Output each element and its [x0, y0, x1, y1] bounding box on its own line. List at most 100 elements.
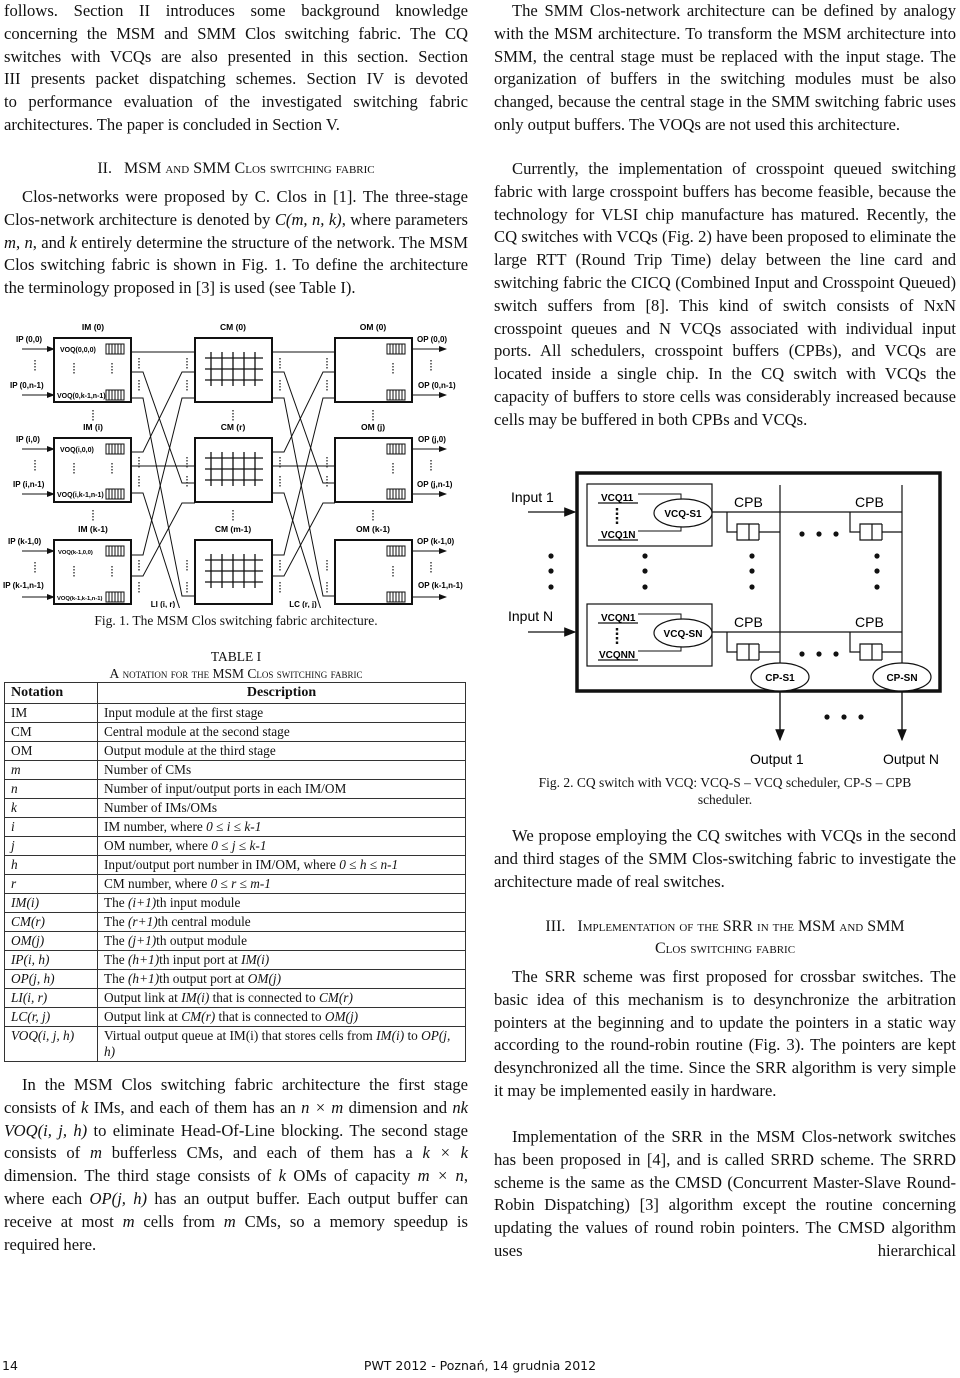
text: that is connected to [215, 1009, 325, 1024]
horizontal-ellipsis-icon [799, 651, 839, 657]
central-module-m-1: CM (m-1) [186, 524, 281, 605]
text: The [104, 895, 128, 910]
ip-label: IP (k-1,n-1) [3, 581, 44, 590]
vcq-scheduler-label: VCQ-S1 [664, 509, 702, 520]
description-cell: The (r+1)th central module [97, 912, 466, 932]
notation-table: Notation Description IM Input module at t… [4, 682, 466, 1062]
table-row: LC(r, j) Output link at CM(r) that is con… [4, 1007, 466, 1027]
figure-2-caption: Fig. 2. CQ switch with VCQ: VCQ-S – VCQ … [494, 774, 956, 808]
math: OM(j) [324, 1009, 359, 1024]
text: The [104, 971, 128, 986]
math: n × m [301, 1097, 344, 1117]
text-line: III presents packet dispatching schemes.… [4, 69, 468, 89]
voq-label: VOQ(k-1,0,0) [58, 550, 93, 556]
notation-cell: j [4, 836, 98, 856]
crosspoint-buffer [849, 512, 902, 541]
notation-symbol: IM(i) [11, 895, 40, 910]
input-module-k-1: IM (k-1) IP (k-1,0) IP (k-1,n-1) VOQ(k-1… [3, 524, 140, 605]
figure-1-clos-diagram: IM (0) IP (0,0) IP (0,n-1) VOQ(0,0,0) VO… [3, 322, 463, 608]
math: n [24, 232, 33, 252]
math: 0 ≤ h ≤ n-1 [339, 857, 399, 872]
crosspoint-buffer [726, 512, 780, 541]
table-row: n Number of input/output ports in each IM… [4, 779, 466, 799]
voq-label: VOQ(k-1,k-1,n-1) [57, 596, 102, 602]
srrd-paragraph: Implementation of the SRR in the MSM Clo… [494, 1126, 956, 1263]
heading-part: and [835, 918, 868, 935]
notation-symbol: i [11, 819, 15, 834]
notation-symbol: VOQ(i, j, h) [11, 1028, 75, 1043]
vcq-label: VCQN1 [601, 613, 636, 624]
text: Virtual output queue at IM(i) that store… [104, 1028, 377, 1043]
notation-symbol: OP(j, h) [11, 971, 55, 986]
notation-cell: r [4, 874, 98, 894]
paragraph-text: The SMM Clos-network architecture can be… [494, 1, 956, 134]
figure-2-cq-switch-diagram: Input 1 Input N VCQ11 VCQ1N VCQ-S1 VCQN1… [508, 471, 942, 767]
cq-switch-paragraph: Currently, the implementation of crosspo… [494, 158, 956, 432]
cpb-label: CPB [855, 614, 884, 630]
section-2-heading: II. MSM and SMM Clos switching fabric [4, 158, 468, 180]
notation-symbol: n [11, 781, 18, 796]
text: th central module [157, 914, 251, 929]
intro-paragraph: follows. Section II introduces some back… [4, 0, 468, 137]
text-line: architectures. The paper is concluded in… [4, 114, 340, 134]
description-cell: Output link at IM(i) that is connected t… [97, 988, 466, 1008]
vertical-ellipsis-icon [874, 553, 880, 590]
voq-label: VOQ(i,k-1,n-1) [57, 492, 104, 499]
output-label: Output N [883, 751, 939, 767]
math: OM(j) [247, 971, 282, 986]
vertical-ellipsis-icon [749, 553, 755, 590]
text: The [104, 952, 128, 967]
conference-footer: PWT 2012 - Poznań, 14 grudnia 2012 [363, 1358, 597, 1373]
output-label: Output 1 [750, 751, 804, 767]
notation-cell: OM(j) [4, 931, 98, 951]
vertical-ellipsis-icon [642, 553, 648, 590]
section-number: III. [545, 918, 566, 935]
notation-cell: h [4, 855, 98, 875]
heading-part: SRR [722, 918, 754, 935]
table-row: i IM number, where 0 ≤ i ≤ k-1 [4, 817, 466, 837]
cpb-label: CPB [734, 494, 763, 510]
crosspoint-buffer [849, 632, 902, 661]
math: CM(r) [318, 990, 353, 1005]
srr-paragraph: The SRR scheme was first proposed for cr… [494, 966, 956, 1103]
notation-symbol: r [11, 876, 17, 891]
subtitle-part: MSM C [212, 666, 257, 681]
text: Number of input/output ports in each IM/… [104, 781, 347, 796]
notation-cell: IM [4, 703, 98, 723]
text: Input module at the first stage [104, 705, 264, 720]
heading-part: in the [753, 918, 799, 935]
notation-cell: VOQ(i, j, h) [4, 1026, 98, 1062]
table-row: IM Input module at the first stage [4, 703, 466, 723]
description-cell: The (i+1)th input module [97, 893, 466, 913]
im-label: IM (0) [82, 322, 104, 332]
vcq-scheduler-label: VCQ-SN [664, 629, 703, 640]
description-cell: Output link at CM(r) that is connected t… [97, 1007, 466, 1027]
heading-part: MSM [124, 160, 162, 177]
text: CM number, where [104, 876, 211, 891]
central-module-r: CM (r) [186, 422, 281, 503]
notation-symbol: m [11, 762, 21, 777]
table-row: h Input/output port number in IM/OM, wher… [4, 855, 466, 875]
paragraph-text: Implementation of the SRR in the MSM Clo… [494, 1127, 956, 1260]
cm-label: CM (0) [220, 322, 246, 332]
op-label: OP (j,0) [418, 435, 446, 444]
input-module-i: IM (i) IP (i,0) IP (i,n-1) VOQ(i,0,0) VO… [13, 422, 140, 503]
description-cell: Output module at the third stage [97, 741, 466, 761]
notation-symbol: h [11, 857, 18, 872]
text: Central module at the second stage [104, 724, 290, 739]
text: that is connected to [209, 990, 319, 1005]
input-label: Input 1 [511, 489, 554, 505]
vcq-label: VCQ11 [601, 493, 634, 504]
notation-symbol: CM(r) [11, 914, 45, 929]
table-row: IP(i, h) The (h+1)th input port at IM(i) [4, 950, 466, 970]
notation-symbol: LI(i, r) [11, 990, 48, 1005]
op-label: OP (j,n-1) [417, 480, 453, 489]
table-row: OP(j, h) The (h+1)th output port at OM(j) [4, 969, 466, 989]
table-header-row: Notation Description [4, 682, 466, 704]
table-body: IM Input module at the first stage CM Centr… [4, 703, 466, 1062]
caption-line: scheduler. [697, 792, 753, 807]
math: IM(i) [181, 990, 210, 1005]
horizontal-ellipsis-icon [799, 531, 839, 537]
table-row: CM Central module at the second stage [4, 722, 466, 742]
table-row: CM(r) The (r+1)th central module [4, 912, 466, 932]
